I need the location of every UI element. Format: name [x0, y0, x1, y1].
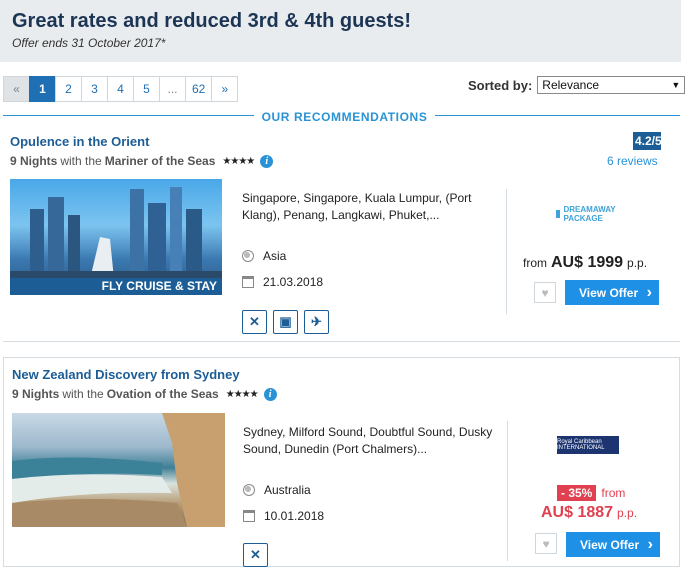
partner-logo: Royal Caribbean INTERNATIONAL — [557, 436, 619, 454]
partner-logo: DREAMAWAY PACKAGE — [556, 205, 616, 223]
sort-control: Sorted by: Relevance ▼ — [468, 76, 686, 94]
pagination: « 1 2 3 4 5 ... 62 » — [3, 76, 239, 102]
price-amount: AU$ 1999 — [551, 254, 624, 271]
view-offer-label: View Offer — [580, 537, 640, 552]
view-offer-button[interactable]: View Offer › — [565, 280, 659, 305]
prev-page-button[interactable]: « — [3, 76, 30, 102]
fly-cruise-banner: FLY CRUISE & STAY — [10, 278, 222, 295]
cruise-subtitle: 9 Nights with the Mariner of the Seas ★★… — [10, 154, 274, 168]
discount: - 35% from — [557, 485, 625, 501]
cruise-region: Australia — [243, 483, 311, 497]
page-ellipsis: ... — [159, 76, 186, 102]
view-offer-button[interactable]: View Offer › — [566, 532, 660, 557]
promo-title: Great rates and reduced 3rd & 4th guests… — [12, 10, 412, 32]
cruise-region: Asia — [242, 249, 286, 263]
next-page-button[interactable]: » — [211, 76, 239, 102]
promo-subtitle: Offer ends 31 October 2017* — [12, 36, 166, 50]
rating-badge: 4.2/5 — [633, 132, 661, 150]
page-1-button[interactable]: 1 — [29, 76, 56, 102]
partner-text: Royal Caribbean INTERNATIONAL — [557, 439, 605, 451]
globe-icon — [243, 484, 255, 496]
page-62-button[interactable]: 62 — [185, 76, 213, 102]
partner-text: DREAMAWAY PACKAGE — [563, 205, 616, 223]
calendar-icon — [243, 510, 255, 522]
sort-selected-value: Relevance — [542, 78, 599, 92]
dropdown-arrow-icon: ▼ — [671, 80, 681, 90]
sort-select[interactable]: Relevance ▼ — [537, 76, 686, 94]
cruise-nights: 9 Nights — [12, 387, 60, 401]
cruise-with-text: with the — [60, 154, 102, 168]
cruise-image[interactable] — [12, 413, 225, 527]
page-5-button[interactable]: 5 — [133, 76, 160, 102]
region-text: Australia — [264, 483, 311, 497]
cruise-image[interactable]: FLY CRUISE & STAY — [10, 179, 222, 295]
promo-banner: Great rates and reduced 3rd & 4th guests… — [0, 0, 681, 62]
price-amount: AU$ 1887 — [541, 504, 614, 521]
price-from: from — [523, 256, 547, 270]
cruise-route: Sydney, Milford Sound, Doubtful Sound, D… — [243, 425, 493, 456]
cruise-card: Opulence in the Orient 9 Nights with the… — [3, 127, 680, 342]
card-divider — [507, 421, 508, 561]
view-offer-label: View Offer — [579, 285, 639, 300]
price: AU$ 1887 p.p. — [541, 504, 637, 522]
region-text: Asia — [263, 249, 287, 263]
globe-icon — [242, 250, 254, 262]
discount-badge: - 35% — [557, 485, 597, 501]
cruise-card: New Zealand Discovery from Sydney 9 Nigh… — [3, 357, 680, 567]
dining-icon: ✕ — [243, 543, 268, 567]
info-icon[interactable]: i — [263, 387, 277, 401]
cruise-title[interactable]: New Zealand Discovery from Sydney — [12, 367, 240, 382]
cruise-route: Singapore, Singapore, Kuala Lumpur, (Por… — [242, 191, 472, 222]
cruise-date: 21.03.2018 — [242, 275, 323, 289]
dreamaway-logo-icon — [556, 210, 561, 218]
cruise-with-text: with the — [62, 387, 104, 401]
favorite-heart-icon[interactable]: ♥ — [534, 282, 556, 303]
date-text: 10.01.2018 — [264, 509, 325, 523]
page-3-button[interactable]: 3 — [81, 76, 108, 102]
amenities: ✕ — [243, 543, 274, 567]
cruise-subtitle: 9 Nights with the Ovation of the Seas ★★… — [12, 387, 277, 401]
cruise-nights: 9 Nights — [10, 154, 58, 168]
dining-icon: ✕ — [242, 310, 267, 334]
chevron-right-icon: › — [646, 283, 652, 301]
section-title: OUR RECOMMENDATIONS — [253, 110, 436, 124]
favorite-heart-icon[interactable]: ♥ — [535, 533, 557, 554]
price-unit: p.p. — [617, 506, 638, 520]
section-title-wrap: OUR RECOMMENDATIONS — [0, 108, 689, 126]
flight-icon: ✈ — [304, 310, 329, 334]
date-text: 21.03.2018 — [263, 275, 324, 289]
chevron-right-icon: › — [647, 535, 653, 553]
page-4-button[interactable]: 4 — [107, 76, 134, 102]
cruise-title[interactable]: Opulence in the Orient — [10, 134, 149, 149]
cruise-ship: Ovation of the Seas — [106, 387, 219, 401]
reviews-link[interactable]: 6 reviews — [607, 154, 658, 168]
coastline-image — [12, 413, 225, 527]
page-2-button[interactable]: 2 — [55, 76, 82, 102]
ship-stars: ★★★★ — [222, 155, 255, 167]
calendar-icon — [242, 276, 254, 288]
sort-label: Sorted by: — [468, 77, 533, 93]
ship-stars: ★★★★ — [225, 388, 259, 400]
amenities: ✕ ▣ ✈ — [242, 310, 335, 334]
info-icon[interactable]: i — [260, 154, 274, 168]
card-divider — [506, 189, 507, 314]
price-unit: p.p. — [627, 256, 648, 270]
price-from: from — [601, 486, 626, 500]
cruise-date: 10.01.2018 — [243, 509, 324, 523]
excursion-icon: ▣ — [273, 310, 298, 334]
cruise-ship: Mariner of the Seas — [104, 154, 216, 168]
price: from AU$ 1999 p.p. — [523, 254, 673, 272]
